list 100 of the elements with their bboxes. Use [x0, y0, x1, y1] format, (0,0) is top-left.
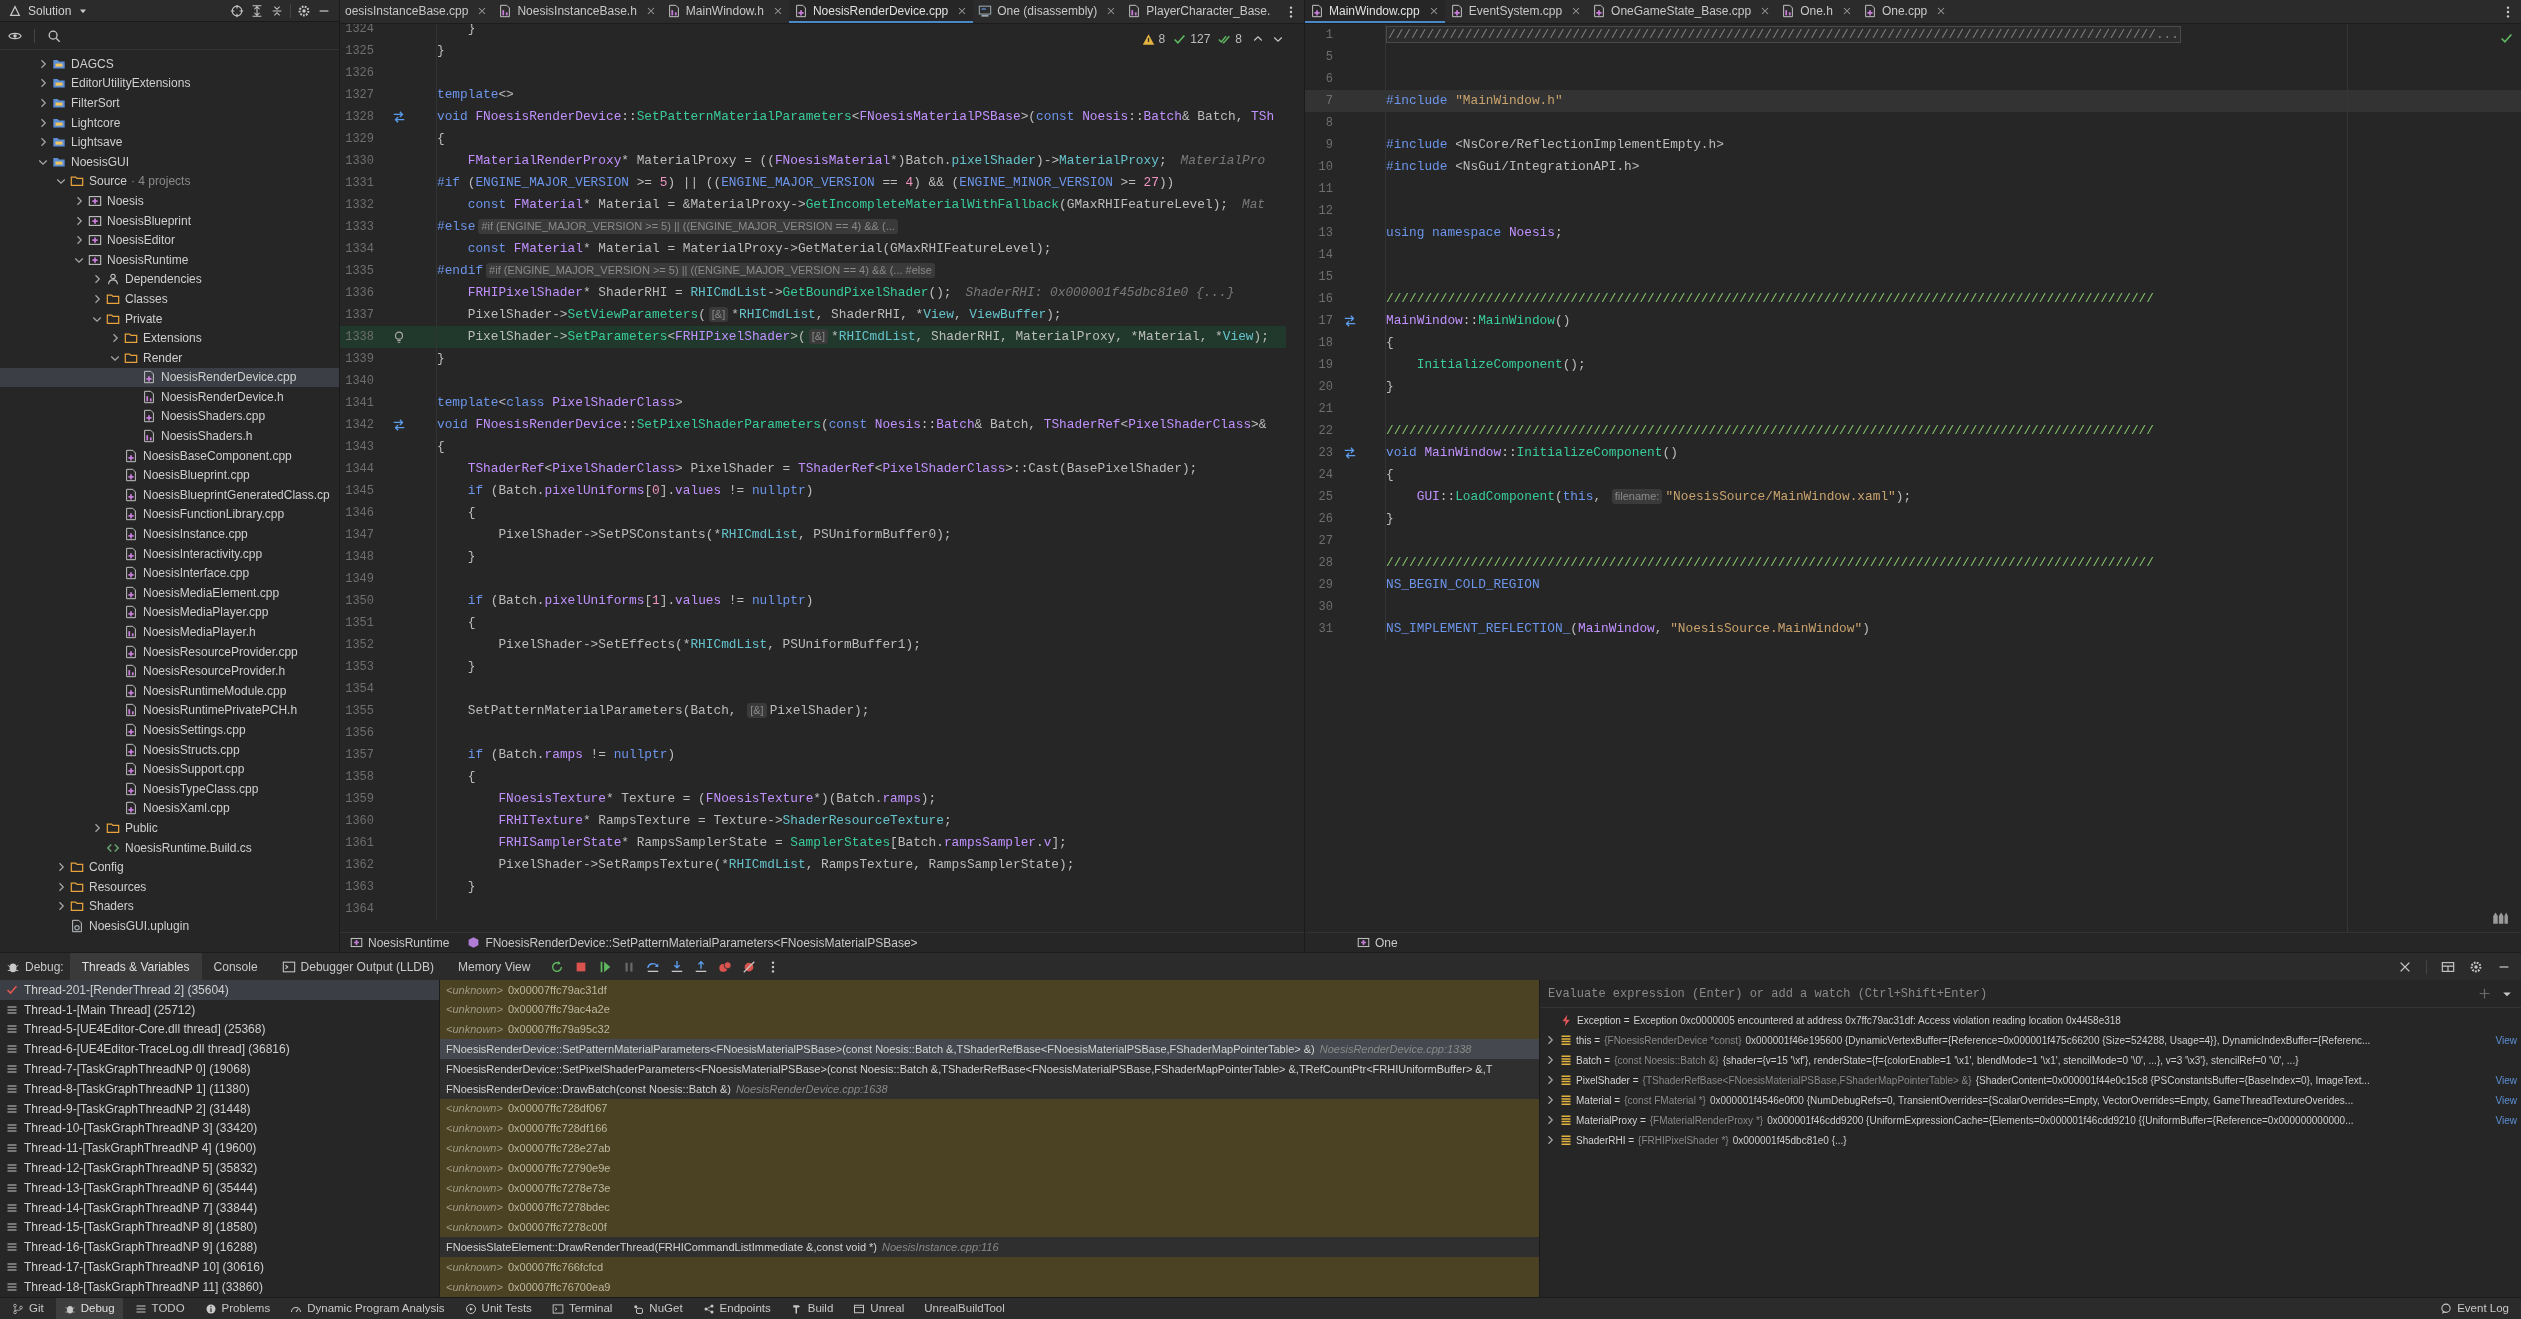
- tool-window-button[interactable]: Unit Tests: [456, 1298, 540, 1319]
- editor-tab[interactable]: One.cpp: [1857, 0, 1953, 23]
- thread-item[interactable]: Thread-6-[UE4Editor-TraceLog.dll thread] (36816): [0, 1039, 439, 1060]
- stack-frame[interactable]: <unknown> 0x00007ffc728df166: [440, 1118, 1539, 1139]
- tool-window-button[interactable]: Build: [782, 1298, 842, 1319]
- stack-frame[interactable]: <unknown> 0x00007ffc76700ea9: [440, 1276, 1539, 1297]
- panel-tab[interactable]: Debugger Output (LLDB): [269, 953, 446, 980]
- tree-item[interactable]: Shaders: [0, 896, 339, 917]
- editor-tab[interactable]: NoesisInstanceBase.h: [493, 0, 662, 23]
- editor-tab[interactable]: PlayerCharacter_Base.: [1122, 0, 1276, 23]
- thread-item[interactable]: Thread-12-[TaskGraphThreadNP 5] (35832): [0, 1158, 439, 1178]
- tree-item[interactable]: Noesis: [0, 191, 339, 211]
- rerun-icon[interactable]: [550, 959, 565, 974]
- tree-item[interactable]: NoesisInstance.cpp: [0, 524, 339, 544]
- stack-frame[interactable]: <unknown> 0x00007ffc79a95c32: [440, 1019, 1539, 1040]
- tool-window-button[interactable]: Debug: [55, 1298, 123, 1319]
- stack-frame[interactable]: <unknown> 0x00007ffc766fcfcd: [440, 1257, 1539, 1277]
- tree-item[interactable]: Extensions: [0, 328, 339, 348]
- settings-icon[interactable]: [297, 3, 311, 18]
- tool-window-button[interactable]: Git: [4, 1298, 52, 1319]
- tree-item[interactable]: NoesisTypeClass.cpp: [0, 778, 339, 799]
- panel-tab[interactable]: Console: [201, 953, 270, 980]
- view-link[interactable]: View: [2495, 1032, 2517, 1048]
- tree-item[interactable]: NoesisSettings.cpp: [0, 720, 339, 740]
- tree-item[interactable]: Lightsave: [0, 132, 339, 152]
- tree-item[interactable]: NoesisBlueprint: [0, 210, 339, 231]
- stack-frame[interactable]: FNoesisRenderDevice::DrawBatch(const Noesis::Batch &) NoesisRenderDevice.cpp:1638: [440, 1079, 1539, 1099]
- tool-window-button[interactable]: Problems: [196, 1298, 279, 1319]
- tree-item[interactable]: NoesisRenderDevice.cpp: [0, 367, 339, 388]
- thread-item[interactable]: Thread-1-[Main Thread] (25712): [0, 999, 439, 1020]
- thread-item[interactable]: Thread-15-[TaskGraphThreadNP 8] (18580): [0, 1217, 439, 1238]
- tool-window-button[interactable]: Dynamic Program Analysis: [282, 1298, 453, 1319]
- stack-frame[interactable]: FNoesisRenderDevice::SetPixelShaderParameters<FNoesisMaterialPSBase>(const Noesis::Batch &,TShaderRefBase<FNoesisMaterialPSBase,FShaderMapPointerTable> &,TRefCountPtr<FRHIUniformBuffer> &,T: [440, 1059, 1539, 1079]
- resume-icon[interactable]: [598, 959, 613, 974]
- evaluate-field[interactable]: Evaluate expression (Enter) or add a watch (Ctrl+Shift+Enter): [1548, 984, 2478, 1003]
- thread-item[interactable]: Thread-17-[TaskGraphThreadNP 10] (30616): [0, 1257, 439, 1277]
- thread-item[interactable]: Thread-7-[TaskGraphThreadNP 0] (19068): [0, 1059, 439, 1079]
- thread-item[interactable]: Thread-16-[TaskGraphThreadNP 9] (16288): [0, 1237, 439, 1258]
- breakpoints-icon[interactable]: [718, 959, 733, 974]
- tool-window-button[interactable]: Endpoints: [694, 1298, 779, 1319]
- variable-row[interactable]: this = {FNoesisRenderDevice *const} 0x000001f46e195600 {DynamicVertexBuffer={Reference=0x000001f475c66200 {Size=524288, Usage=4}}, DynamicIndexBuffer={Referenc... View: [1540, 1030, 2521, 1050]
- tree-item[interactable]: EditorUtilityExtensions: [0, 73, 339, 94]
- variable-row[interactable]: Exception = Exception 0xc0000005 encountered at address 0x7ffc79ac31df: Access violation reading location 0x4458e318: [1540, 1010, 2521, 1030]
- variable-row[interactable]: Material = {const FMaterial *} 0x000001f4546e0f00 {NumDebugRefs=0, TransientOverrides={ScalarOverrides=Empty, VectorOverrides=Empty, GameThreadTextureOverides... View: [1540, 1090, 2521, 1110]
- tree-item[interactable]: NoesisInterface.cpp: [0, 563, 339, 584]
- editor-tab[interactable]: One (disassembly): [973, 0, 1123, 23]
- editor-tab[interactable]: One.h: [1776, 0, 1858, 23]
- panel-title[interactable]: Solution: [28, 1, 72, 20]
- crosshair-icon[interactable]: [230, 3, 244, 18]
- event-log-button[interactable]: Event Log: [2432, 1299, 2517, 1318]
- tree-item[interactable]: NoesisResourceProvider.h: [0, 661, 339, 681]
- variable-row[interactable]: ShaderRHI = {FRHIPixelShader *} 0x000001f45dbc81e0 {...}: [1540, 1130, 2521, 1150]
- thread-item[interactable]: Thread-18-[TaskGraphThreadNP 11] (33860): [0, 1276, 439, 1297]
- panel-tab[interactable]: Threads & Variables: [69, 953, 202, 980]
- tree-item[interactable]: Config: [0, 857, 339, 877]
- mute-breakpoints-icon[interactable]: [742, 959, 757, 974]
- panel-tab[interactable]: Memory View: [446, 953, 543, 980]
- tree-item[interactable]: NoesisEditor: [0, 230, 339, 250]
- tree-item[interactable]: NoesisRenderDevice.h: [0, 387, 339, 407]
- thread-item[interactable]: Thread-8-[TaskGraphThreadNP 1] (11380): [0, 1079, 439, 1099]
- stack-frame[interactable]: FNoesisRenderDevice::SetPatternMaterialParameters<FNoesisMaterialPSBase>(const Noesis::Batch &,TShaderRefBase<FNoesisMaterialPSBase,FShaderMapPointerTable> &) NoesisRenderDevice.cpp:1338: [440, 1039, 1539, 1060]
- tree-item[interactable]: NoesisRuntimeModule.cpp: [0, 681, 339, 701]
- view-link[interactable]: View: [2495, 1112, 2517, 1128]
- tree-item[interactable]: Source · 4 projects: [0, 171, 339, 192]
- layout-icon[interactable]: [2441, 959, 2455, 974]
- tree-item[interactable]: DAGCS: [0, 54, 339, 74]
- tree-item[interactable]: NoesisMediaElement.cpp: [0, 583, 339, 603]
- thread-item[interactable]: Thread-14-[TaskGraphThreadNP 7] (33844): [0, 1197, 439, 1218]
- stack-frame[interactable]: <unknown> 0x00007ffc7278e73e: [440, 1177, 1539, 1198]
- tree-item[interactable]: NoesisStructs.cpp: [0, 739, 339, 760]
- step-out-icon[interactable]: [694, 959, 709, 974]
- tree-item[interactable]: NoesisMediaPlayer.h: [0, 622, 339, 642]
- view-link[interactable]: View: [2495, 1072, 2517, 1088]
- editor-tab[interactable]: oesisInstanceBase.cpp: [340, 0, 494, 23]
- add-watch-icon[interactable]: [2478, 987, 2491, 1000]
- thread-item[interactable]: Thread-9-[TaskGraphThreadNP 2] (31448): [0, 1098, 439, 1119]
- stack-frame[interactable]: <unknown> 0x00007ffc7278c00f: [440, 1217, 1539, 1238]
- tree-item[interactable]: NoesisRuntimePrivatePCH.h: [0, 700, 339, 721]
- tree-item[interactable]: NoesisSupport.cpp: [0, 759, 339, 779]
- tree-item[interactable]: Lightcore: [0, 112, 339, 133]
- tool-window-button[interactable]: NuGet: [624, 1298, 691, 1319]
- thread-item[interactable]: Thread-13-[TaskGraphThreadNP 6] (35444): [0, 1177, 439, 1198]
- tree-item[interactable]: Resources: [0, 876, 339, 897]
- tree-item[interactable]: NoesisMediaPlayer.cpp: [0, 602, 339, 623]
- stack-frame[interactable]: <unknown> 0x00007ffc79ac4a2e: [440, 999, 1539, 1020]
- tree-item[interactable]: NoesisGUI: [0, 151, 339, 172]
- tree-item[interactable]: NoesisXaml.cpp: [0, 798, 339, 819]
- editor-tab[interactable]: NoesisRenderDevice.cpp: [788, 0, 974, 23]
- tree-item[interactable]: FilterSort: [0, 93, 339, 113]
- breadcrumb[interactable]: One: [1357, 933, 1398, 952]
- stack-frame[interactable]: <unknown> 0x00007ffc7278bdec: [440, 1197, 1539, 1218]
- thread-item[interactable]: Thread-11-[TaskGraphThreadNP 4] (19600): [0, 1138, 439, 1159]
- tree-item[interactable]: NoesisGUI.uplugin: [0, 916, 339, 936]
- stack-frame[interactable]: <unknown> 0x00007ffc79ac31df: [440, 980, 1539, 1000]
- tree-item[interactable]: Private: [0, 308, 339, 329]
- step-into-icon[interactable]: [670, 959, 685, 974]
- tree-item[interactable]: NoesisResourceProvider.cpp: [0, 641, 339, 662]
- view-link[interactable]: View: [2495, 1092, 2517, 1108]
- expand-all-icon[interactable]: [250, 3, 264, 18]
- tree-item[interactable]: Dependencies: [0, 269, 339, 290]
